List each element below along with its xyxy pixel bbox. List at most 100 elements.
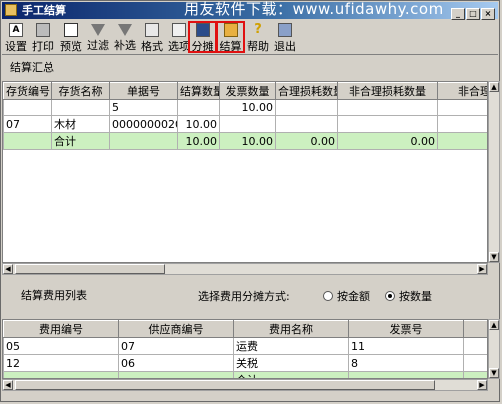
maximize-icon[interactable]: □ xyxy=(466,8,480,20)
radio-circle[interactable] xyxy=(323,291,333,301)
scroll-left-icon[interactable]: ◀ xyxy=(3,380,13,390)
table-row[interactable]: 07 木材 0000000020 10.00 xyxy=(3,115,487,133)
col-header[interactable]: 费用名称 xyxy=(233,320,349,338)
exit-label: 退出 xyxy=(274,40,296,53)
col-header[interactable]: 存货编号 xyxy=(3,82,52,100)
fee-header-row: 费用编号 供应商编号 费用名称 发票号 xyxy=(3,320,487,338)
print-button[interactable]: 打印 xyxy=(30,22,56,53)
table-cell[interactable] xyxy=(3,99,52,116)
scroll-left-icon[interactable]: ◀ xyxy=(3,264,13,274)
summary-title: 结算汇总 xyxy=(10,61,54,74)
summary-horizontal-scrollbar[interactable]: ◀ ▶ xyxy=(2,263,488,275)
fee-total-row[interactable]: 合计 --- --- xyxy=(3,371,487,378)
table-cell[interactable]: 0.00 xyxy=(275,132,338,150)
scroll-down-icon[interactable]: ▼ xyxy=(489,252,499,262)
col-header[interactable]: 费用编号 xyxy=(3,320,119,338)
split-button[interactable]: 分摊 xyxy=(188,21,217,53)
allocate-by-quantity-radio[interactable]: 按数量 xyxy=(385,288,432,304)
scroll-thumb[interactable] xyxy=(15,380,435,390)
table-cell[interactable] xyxy=(463,354,487,372)
preview-button[interactable]: 预览 xyxy=(58,22,84,53)
fee-horizontal-scrollbar[interactable]: ◀ ▶ xyxy=(2,379,488,391)
radio-circle[interactable] xyxy=(385,291,395,301)
table-cell[interactable] xyxy=(3,132,52,150)
col-header[interactable]: 结算数量 xyxy=(177,82,220,100)
table-cell[interactable] xyxy=(219,115,276,133)
table-cell[interactable]: 运费 xyxy=(233,337,349,355)
table-cell[interactable]: 8 xyxy=(348,354,464,372)
scroll-down-icon[interactable]: ▼ xyxy=(489,368,499,378)
allocate-by-amount-radio[interactable]: 按金额 xyxy=(323,288,370,304)
table-cell[interactable]: 10.00 xyxy=(177,115,220,133)
setup-button[interactable]: A 设置 xyxy=(4,22,28,53)
table-row[interactable]: 5 10.00 xyxy=(3,99,487,116)
table-cell[interactable] xyxy=(118,371,234,378)
scroll-right-icon[interactable]: ▶ xyxy=(477,264,487,274)
scroll-up-icon[interactable]: ▲ xyxy=(489,82,499,92)
table-cell[interactable] xyxy=(3,371,119,378)
table-cell[interactable]: 关税 xyxy=(233,354,349,372)
exit-button[interactable]: 退出 xyxy=(272,22,298,53)
col-header[interactable]: 单据号 xyxy=(109,82,178,100)
scroll-thumb[interactable] xyxy=(15,264,165,274)
table-cell[interactable]: 5 xyxy=(109,99,178,116)
col-header[interactable]: 发票号 xyxy=(348,320,464,338)
table-cell[interactable]: 0000000020 xyxy=(109,115,178,133)
filter-icon xyxy=(91,24,105,36)
help-label: 帮助 xyxy=(247,40,269,53)
table-cell[interactable] xyxy=(177,99,220,116)
printer-icon xyxy=(36,23,50,37)
table-cell[interactable]: 07 xyxy=(3,115,52,133)
table-cell[interactable]: 06 xyxy=(118,354,234,372)
col-header[interactable]: 供应商编号 xyxy=(118,320,234,338)
col-header[interactable]: 非合理损耗 xyxy=(437,82,487,100)
table-cell[interactable]: 05 xyxy=(3,337,119,355)
table-cell[interactable] xyxy=(437,132,487,150)
table-cell[interactable] xyxy=(51,99,110,116)
table-cell[interactable] xyxy=(437,99,487,116)
close-icon[interactable]: × xyxy=(481,8,495,20)
table-cell[interactable]: 木材 xyxy=(51,115,110,133)
table-cell[interactable]: 10.00 xyxy=(219,132,276,150)
table-cell[interactable] xyxy=(275,115,338,133)
table-cell[interactable] xyxy=(109,132,178,150)
table-row[interactable]: 12 06 关税 8 xyxy=(3,354,487,372)
table-cell[interactable]: 07 xyxy=(118,337,234,355)
scroll-right-icon[interactable]: ▶ xyxy=(477,380,487,390)
filter-button[interactable]: 过滤 xyxy=(85,22,111,52)
summary-vertical-scrollbar[interactable]: ▲ ▼ xyxy=(488,81,500,263)
setup-label: 设置 xyxy=(5,40,27,53)
format-icon xyxy=(145,23,159,37)
minimize-icon[interactable]: _ xyxy=(451,8,465,20)
table-cell[interactable]: 0.00 xyxy=(337,132,438,150)
table-cell[interactable] xyxy=(337,115,438,133)
col-header[interactable]: 发票数量 xyxy=(219,82,276,100)
table-cell[interactable]: 12 xyxy=(3,354,119,372)
table-cell[interactable] xyxy=(437,115,487,133)
help-button[interactable]: ? 帮助 xyxy=(245,22,271,54)
format-button[interactable]: 格式 xyxy=(139,22,165,53)
table-row[interactable]: 05 07 运费 11 xyxy=(3,337,487,355)
table-cell[interactable]: 合计 xyxy=(51,132,110,150)
col-header[interactable]: 存货名称 xyxy=(51,82,110,100)
table-cell[interactable] xyxy=(275,99,338,116)
table-cell[interactable]: 10.00 xyxy=(219,99,276,116)
fee-vertical-scrollbar[interactable]: ▲ ▼ xyxy=(488,319,500,379)
table-cell[interactable]: 11 xyxy=(348,337,464,355)
col-header[interactable] xyxy=(463,320,487,338)
table-cell[interactable]: --- xyxy=(348,371,464,378)
summary-total-row[interactable]: 合计 10.00 10.00 0.00 0.00 xyxy=(3,132,487,150)
scroll-up-icon[interactable]: ▲ xyxy=(489,320,499,330)
allocation-method-label: 选择费用分摊方式: xyxy=(198,290,290,303)
table-cell[interactable]: --- xyxy=(463,371,487,378)
supplement-button[interactable]: 补选 xyxy=(112,22,138,52)
table-cell[interactable]: 合计 xyxy=(233,371,349,378)
col-header[interactable]: 非合理损耗数量 xyxy=(337,82,438,100)
window-controls: _ □ × xyxy=(450,4,495,21)
table-cell[interactable]: 10.00 xyxy=(177,132,220,150)
col-header[interactable]: 合理损耗数量 xyxy=(275,82,338,100)
table-cell[interactable] xyxy=(337,99,438,116)
settle-button[interactable]: 结算 xyxy=(216,21,245,53)
table-cell[interactable] xyxy=(463,337,487,355)
radio-label: 按金额 xyxy=(337,290,370,303)
